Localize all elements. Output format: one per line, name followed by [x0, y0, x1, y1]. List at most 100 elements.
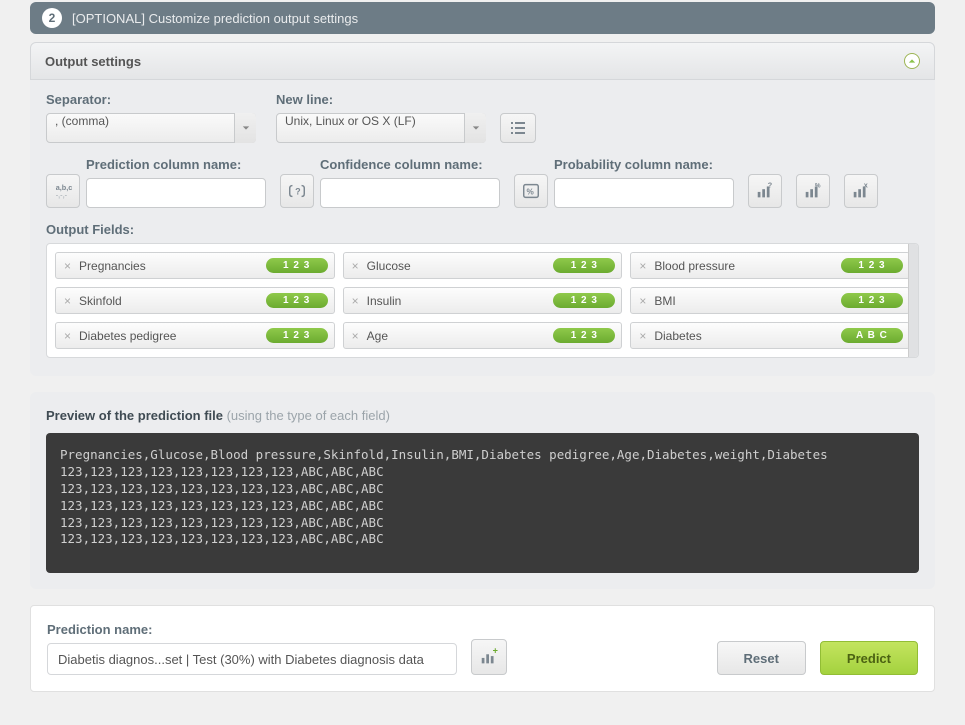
caret-icon — [464, 113, 486, 143]
remove-icon[interactable]: × — [62, 294, 73, 308]
preview-title: Preview of the prediction file — [46, 408, 227, 423]
percent-box-icon: % — [521, 181, 541, 201]
svg-text:%: % — [815, 182, 821, 189]
remove-icon[interactable]: × — [350, 259, 361, 273]
newline-field: New line: Unix, Linux or OS X (LF) — [276, 92, 486, 143]
abc-icon: a,b,c -,-,- — [53, 181, 73, 201]
svg-text:+: + — [493, 647, 498, 655]
section-title: Output settings — [45, 54, 141, 69]
confidence-column-input[interactable] — [320, 178, 500, 208]
chart-plus-icon: + — [479, 647, 499, 667]
newline-label: New line: — [276, 92, 486, 107]
field-chip[interactable]: ×Insulin1 2 3 — [343, 287, 623, 314]
field-type-badge: 1 2 3 — [841, 258, 903, 273]
step-title: [OPTIONAL] Customize prediction output s… — [72, 11, 358, 26]
list-icon — [508, 118, 528, 138]
chevron-up-icon — [908, 57, 916, 65]
remove-icon[interactable]: × — [350, 294, 361, 308]
bar-question-icon: ? — [755, 181, 775, 201]
field-type-badge: 1 2 3 — [553, 293, 615, 308]
newline-value: Unix, Linux or OS X (LF) — [276, 113, 486, 143]
preview-code: Pregnancies,Glucose,Blood pressure,Skinf… — [46, 433, 919, 573]
output-settings-header[interactable]: Output settings — [30, 42, 935, 80]
remove-icon[interactable]: × — [637, 329, 648, 343]
remove-icon[interactable]: × — [62, 329, 73, 343]
field-chip-label: Glucose — [367, 259, 411, 273]
preview-subtitle: (using the type of each field) — [227, 408, 390, 423]
prediction-column-input[interactable] — [86, 178, 266, 208]
probability-column-group: % Probability column name: — [514, 157, 734, 208]
svg-text:?: ? — [768, 181, 773, 189]
confidence-column-label: Confidence column name: — [320, 157, 500, 172]
field-type-badge: 1 2 3 — [266, 258, 328, 273]
confidence-toggle-button[interactable]: ? — [280, 174, 314, 208]
prediction-name-input[interactable] — [47, 643, 457, 675]
field-chip-label: Skinfold — [79, 294, 122, 308]
footer: Prediction name: + Reset Predict — [30, 605, 935, 692]
field-chip-label: Blood pressure — [654, 259, 735, 273]
field-chip-label: Age — [367, 329, 388, 343]
probability-column-input[interactable] — [554, 178, 734, 208]
field-chip-label: Pregnancies — [79, 259, 146, 273]
field-chip[interactable]: × Glucose 1 2 3 — [343, 252, 623, 279]
svg-text:?: ? — [295, 187, 301, 197]
probability-column-label: Probability column name: — [554, 157, 734, 172]
headers-toggle-button[interactable] — [500, 113, 536, 143]
chart-plus-button[interactable]: + — [471, 639, 507, 675]
bar-x-button[interactable]: x — [844, 174, 878, 208]
field-chip[interactable]: × Age 1 2 3 — [343, 322, 623, 349]
preview-heading: Preview of the prediction file (using th… — [46, 408, 919, 423]
prediction-name-group: Prediction name: — [47, 622, 457, 675]
step-number-badge: 2 — [42, 8, 62, 28]
remove-icon[interactable]: × — [350, 329, 361, 343]
row-column-names: a,b,c -,-,- Prediction column name: ? C — [46, 157, 919, 208]
field-chip[interactable]: × Pregnancies 1 2 3 — [55, 252, 335, 279]
field-type-badge: 1 2 3 — [553, 258, 615, 273]
field-type-badge: A B C — [841, 328, 903, 343]
abc-toggle-button[interactable]: a,b,c -,-,- — [46, 174, 80, 208]
remove-icon[interactable]: × — [637, 259, 648, 273]
field-chip[interactable]: × Blood pressure 1 2 3 — [630, 252, 910, 279]
field-chip[interactable]: × Skinfold 1 2 3 — [55, 287, 335, 314]
svg-text:x: x — [864, 181, 868, 189]
field-chip[interactable]: × BMI 1 2 3 — [630, 287, 910, 314]
field-chip-label: BMI — [654, 294, 675, 308]
prediction-column-group: a,b,c -,-,- Prediction column name: — [46, 157, 266, 208]
reset-button[interactable]: Reset — [717, 641, 806, 675]
remove-icon[interactable]: × — [637, 294, 648, 308]
field-chip[interactable]: × Diabetes A B C — [630, 322, 910, 349]
confidence-column-group: ? Confidence column name: — [280, 157, 500, 208]
field-chip[interactable]: × Diabetes pedigree 1 2 3 — [55, 322, 335, 349]
prediction-column-label: Prediction column name: — [86, 157, 266, 172]
probability-toggle-button[interactable]: % — [514, 174, 548, 208]
field-type-badge: 1 2 3 — [553, 328, 615, 343]
collapse-toggle[interactable] — [904, 53, 920, 69]
step-header: 2 [OPTIONAL] Customize prediction output… — [30, 2, 935, 34]
output-settings-panel: Output settings Separator: , (comma) New… — [30, 42, 935, 376]
bar-percent-icon: % — [803, 181, 823, 201]
newline-select[interactable]: Unix, Linux or OS X (LF) — [276, 113, 486, 143]
separator-field: Separator: , (comma) — [46, 92, 256, 143]
bar-percent-button[interactable]: % — [796, 174, 830, 208]
field-chip-label: Diabetes — [654, 329, 701, 343]
output-settings-body: Separator: , (comma) New line: Unix, Lin… — [30, 80, 935, 376]
output-fields-label: Output Fields: — [46, 222, 919, 237]
svg-text:%: % — [526, 188, 534, 197]
svg-text:-,-,-: -,-,- — [56, 190, 68, 199]
bar-question-button[interactable]: ? — [748, 174, 782, 208]
field-type-badge: 1 2 3 — [266, 328, 328, 343]
separator-select[interactable]: , (comma) — [46, 113, 256, 143]
field-chip-label: Diabetes pedigree — [79, 329, 176, 343]
scrollbar[interactable] — [908, 244, 918, 357]
output-fields-list[interactable]: × Pregnancies 1 2 3 × Glucose 1 2 3 × Blood pre… — [46, 243, 919, 358]
separator-label: Separator: — [46, 92, 256, 107]
remove-icon[interactable]: × — [62, 259, 73, 273]
separator-value: , (comma) — [46, 113, 256, 143]
caret-icon — [234, 113, 256, 143]
field-type-badge: 1 2 3 — [266, 293, 328, 308]
prediction-name-label: Prediction name: — [47, 622, 457, 637]
preview-panel: Preview of the prediction file (using th… — [30, 392, 935, 589]
predict-button[interactable]: Predict — [820, 641, 918, 675]
field-type-badge: 1 2 3 — [841, 293, 903, 308]
row-separator-newline: Separator: , (comma) New line: Unix, Lin… — [46, 92, 919, 143]
